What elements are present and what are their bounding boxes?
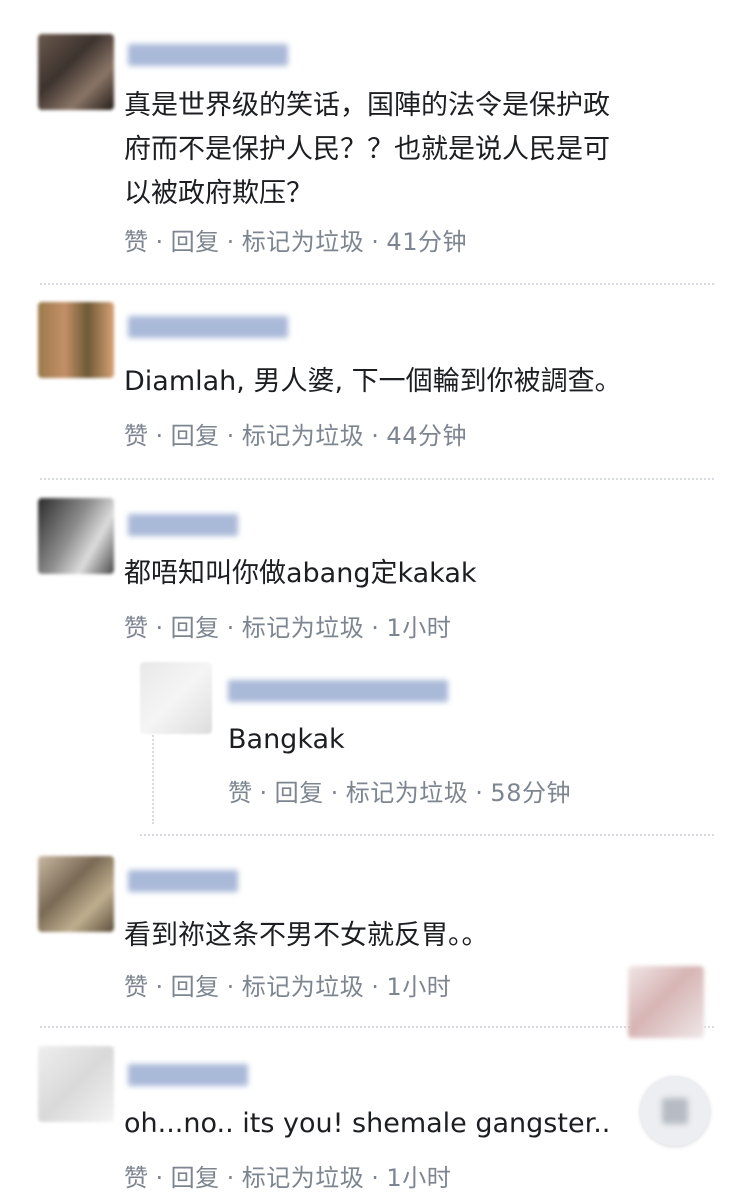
- separator-dot: ·: [155, 422, 164, 450]
- commenter-name[interactable]: [128, 316, 288, 338]
- like-link[interactable]: 赞: [124, 1164, 149, 1192]
- separator-dot: ·: [226, 1164, 235, 1192]
- mark-spam-link[interactable]: 标记为垃圾: [242, 228, 365, 256]
- reply-link[interactable]: 回复: [171, 228, 220, 256]
- separator-dot: ·: [371, 973, 380, 1001]
- reply-link[interactable]: 回复: [275, 779, 324, 807]
- comment-text: 看到祢这条不男不女就反胃。。: [124, 920, 489, 951]
- commenter-name[interactable]: [128, 1064, 248, 1086]
- like-link[interactable]: 赞: [124, 228, 149, 256]
- avatar[interactable]: [38, 498, 114, 574]
- separator-dot: ·: [475, 779, 484, 807]
- reply-link[interactable]: 回复: [171, 614, 220, 642]
- comment-text: 都唔知叫你做abang定kakak: [124, 558, 477, 589]
- separator-dot: ·: [155, 228, 164, 256]
- mark-spam-link[interactable]: 标记为垃圾: [346, 779, 469, 807]
- commenter-name[interactable]: [128, 514, 238, 536]
- comment-divider: [40, 283, 714, 285]
- comment-text: 真是世界级的笑话，国陣的法令是保护政 府而不是保护人民？？也就是说人民是可 以被…: [124, 90, 610, 209]
- like-link[interactable]: 赞: [124, 973, 149, 1001]
- comment-actions: 赞 · 回复 · 标记为垃圾 · 44分钟: [124, 416, 467, 451]
- separator-dot: ·: [371, 1164, 380, 1192]
- separator-dot: ·: [155, 973, 164, 1001]
- like-link[interactable]: 赞: [228, 779, 253, 807]
- comment-text: Bangkak: [228, 724, 345, 755]
- timestamp: 44分钟: [386, 422, 467, 450]
- mark-spam-link[interactable]: 标记为垃圾: [242, 614, 365, 642]
- floating-sticker-thumbnail[interactable]: [628, 966, 704, 1038]
- timestamp: 58分钟: [490, 779, 571, 807]
- comment-actions: 赞 · 回复 · 标记为垃圾 · 1小时: [124, 967, 451, 1002]
- comment-actions: 赞 · 回复 · 标记为垃圾 · 58分钟: [228, 773, 571, 808]
- separator-dot: ·: [371, 422, 380, 450]
- mark-spam-link[interactable]: 标记为垃圾: [242, 1164, 365, 1192]
- timestamp: 41分钟: [386, 228, 467, 256]
- avatar[interactable]: [140, 662, 212, 734]
- mark-spam-link[interactable]: 标记为垃圾: [242, 973, 365, 1001]
- comment-actions: 赞 · 回复 · 标记为垃圾 · 1小时: [124, 608, 451, 643]
- separator-dot: ·: [259, 779, 268, 807]
- commenter-name[interactable]: [228, 680, 448, 702]
- reply-link[interactable]: 回复: [171, 1164, 220, 1192]
- comment-actions: 赞 · 回复 · 标记为垃圾 · 41分钟: [124, 222, 467, 257]
- comment-divider: [140, 834, 714, 836]
- like-link[interactable]: 赞: [124, 614, 149, 642]
- comment-actions: 赞 · 回复 · 标记为垃圾 · 1小时: [124, 1158, 451, 1193]
- separator-dot: ·: [226, 422, 235, 450]
- commenter-name[interactable]: [128, 44, 288, 66]
- comment-text: oh...no.. its you! shemale gangster..: [124, 1108, 611, 1139]
- like-link[interactable]: 赞: [124, 422, 149, 450]
- avatar[interactable]: [38, 1046, 114, 1122]
- comment-divider: [40, 478, 714, 480]
- reply-link[interactable]: 回复: [171, 422, 220, 450]
- separator-dot: ·: [371, 614, 380, 642]
- avatar[interactable]: [38, 34, 114, 110]
- separator-dot: ·: [330, 779, 339, 807]
- floating-action-icon[interactable]: [640, 1076, 710, 1146]
- avatar[interactable]: [38, 856, 114, 932]
- separator-dot: ·: [226, 228, 235, 256]
- avatar[interactable]: [38, 302, 114, 378]
- separator-dot: ·: [226, 614, 235, 642]
- mark-spam-link[interactable]: 标记为垃圾: [242, 422, 365, 450]
- reply-link[interactable]: 回复: [171, 973, 220, 1001]
- timestamp: 1小时: [386, 614, 452, 642]
- comment-text: Diamlah, 男人婆, 下一個輪到你被調查。: [124, 366, 622, 397]
- timestamp: 1小时: [386, 1164, 452, 1192]
- commenter-name[interactable]: [128, 870, 238, 892]
- timestamp: 1小时: [386, 973, 452, 1001]
- comment-divider: [40, 1026, 714, 1028]
- separator-dot: ·: [371, 228, 380, 256]
- separator-dot: ·: [226, 973, 235, 1001]
- separator-dot: ·: [155, 1164, 164, 1192]
- separator-dot: ·: [155, 614, 164, 642]
